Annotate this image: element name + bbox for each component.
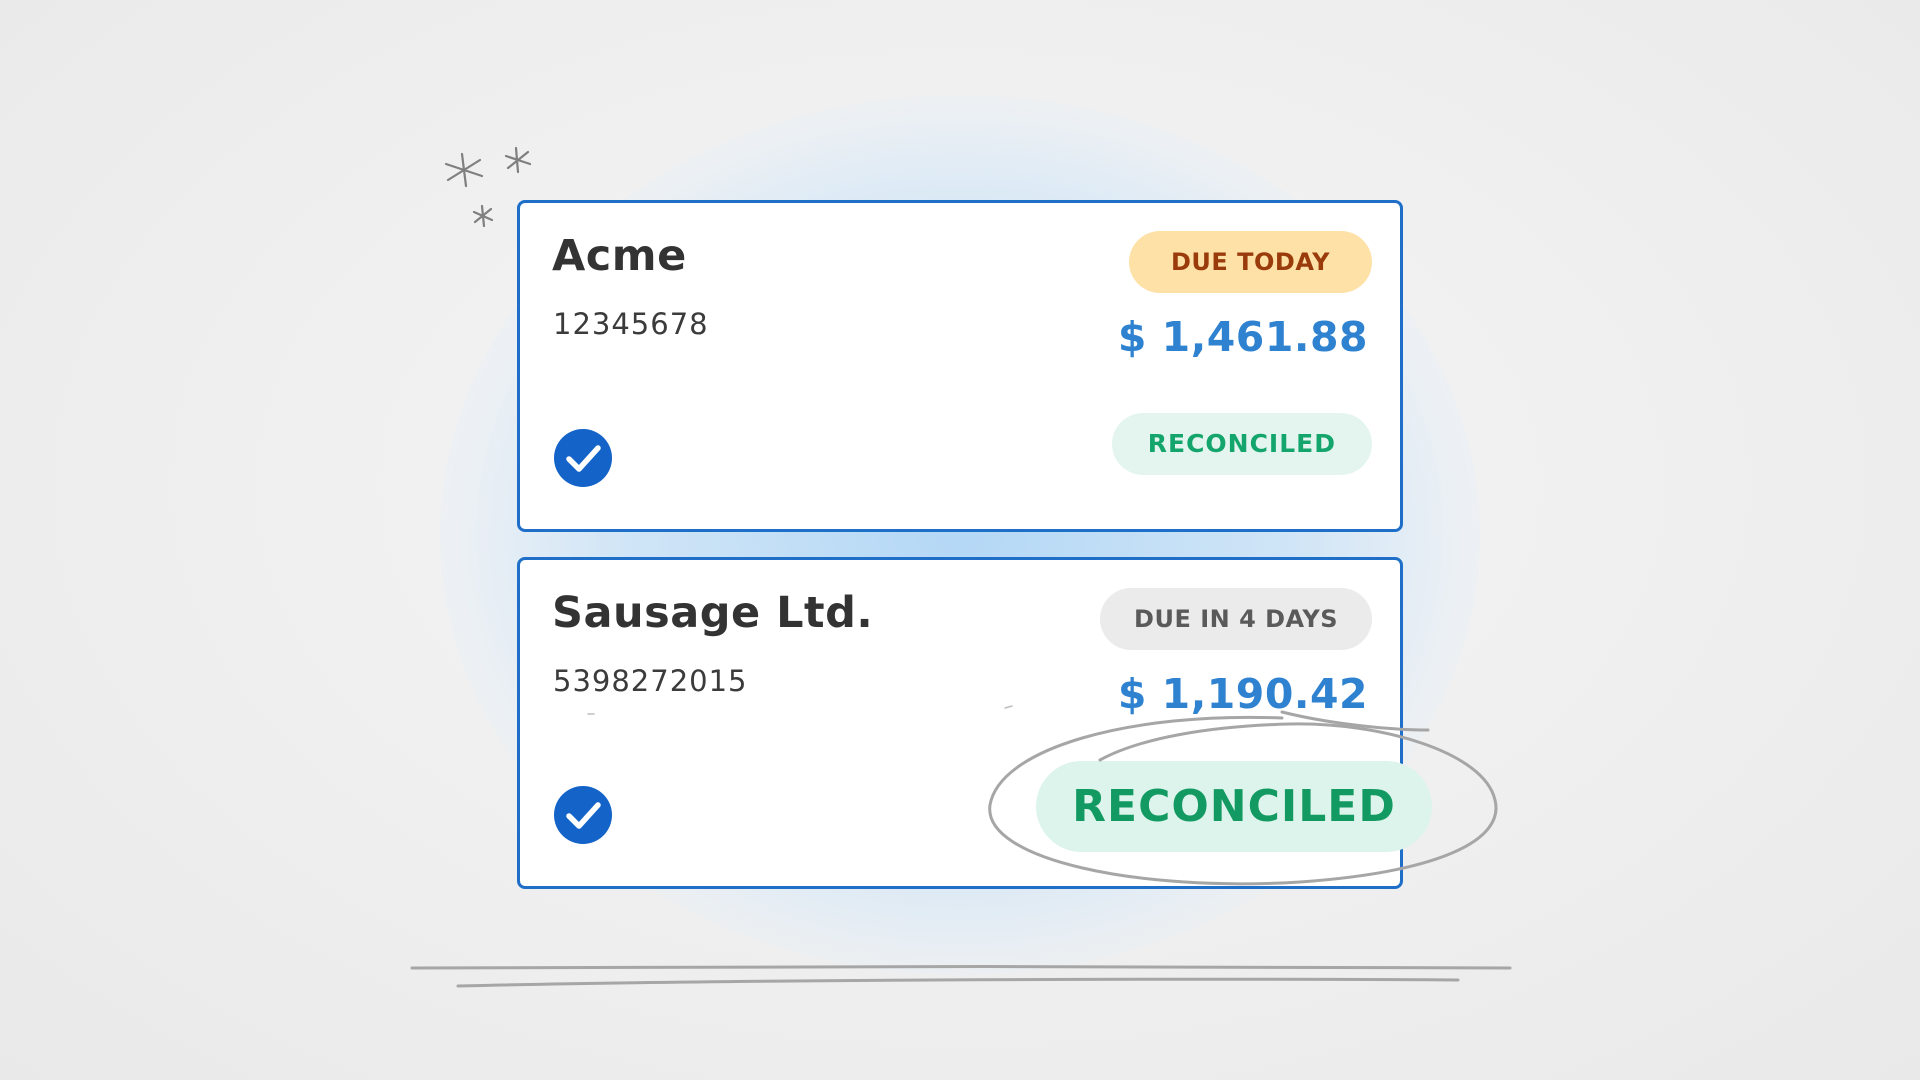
invoice-amount: $ 1,190.42 xyxy=(1117,670,1368,718)
due-status-badge: DUE TODAY xyxy=(1128,231,1372,293)
checkmark-circle-icon[interactable] xyxy=(554,429,612,487)
reconciled-badge-highlight: RECONCILED xyxy=(1036,761,1432,852)
reconciled-badge: RECONCILED xyxy=(1111,413,1372,475)
company-name: Sausage Ltd. xyxy=(552,588,874,638)
invoice-card-acme[interactable]: Acme 12345678 DUE TODAY $ 1,461.88 RECON… xyxy=(517,200,1403,532)
invoice-amount: $ 1,461.88 xyxy=(1117,313,1368,361)
due-status-badge: DUE IN 4 DAYS xyxy=(1100,588,1372,650)
company-name: Acme xyxy=(552,231,687,281)
checkmark-circle-icon[interactable] xyxy=(554,786,612,844)
account-number: 12345678 xyxy=(553,307,709,341)
account-number: 5398272015 xyxy=(553,664,748,698)
